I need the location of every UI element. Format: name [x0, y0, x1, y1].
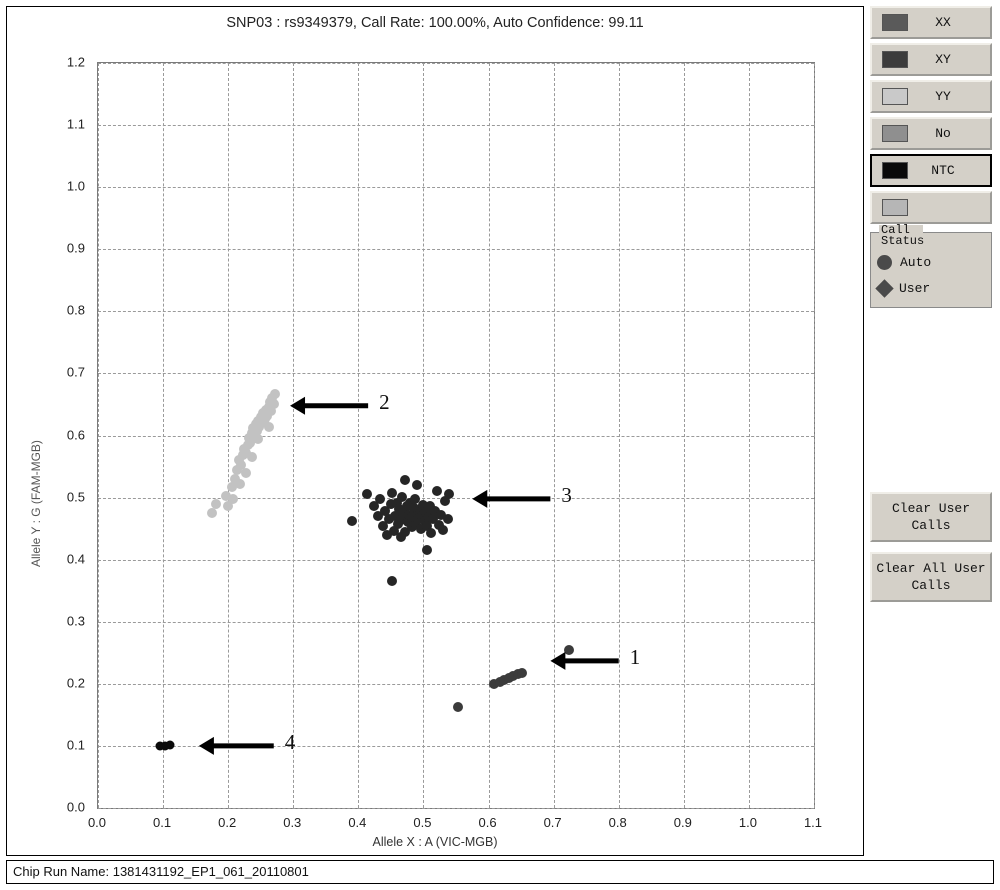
x-tick-label: 1.0: [738, 815, 757, 830]
diamond-icon: [875, 279, 894, 298]
color-swatch-icon: [882, 162, 908, 179]
y-tick-label: 0.7: [66, 364, 85, 380]
color-swatch-icon: [882, 14, 908, 31]
scatter-plot[interactable]: [97, 62, 815, 809]
call-status-auto-label: Auto: [900, 255, 932, 270]
legend-button-yy[interactable]: YY: [870, 80, 992, 113]
gridline-horizontal: [98, 808, 814, 809]
y-tick-label: 0.4: [66, 551, 85, 567]
legend-button-ntc[interactable]: NTC: [870, 154, 992, 187]
call-status-title: Call Status: [879, 223, 925, 248]
x-tick-label: 0.5: [413, 815, 432, 830]
color-swatch-icon: [882, 88, 908, 105]
x-tick-label: 0.3: [283, 815, 302, 830]
x-tick-label: 0.9: [673, 815, 692, 830]
y-tick-label: 1.2: [66, 54, 85, 70]
clear-user-calls-button[interactable]: Clear User Calls: [870, 492, 992, 542]
chip-run-name-bar: Chip Run Name: 1381431192_EP1_061_201108…: [6, 860, 994, 884]
y-tick-label: 0.6: [66, 427, 85, 442]
y-tick-label: 1.0: [66, 178, 85, 194]
legend-button-label: XX: [935, 15, 951, 30]
sidebar: XX XY YY No NTC Call Status Auto User Clear …: [870, 6, 994, 856]
clear-all-user-calls-button[interactable]: Clear All User Calls: [870, 552, 992, 602]
legend-button-blank[interactable]: [870, 191, 992, 224]
y-tick-label: 0.9: [66, 240, 85, 256]
gridline-vertical: [814, 63, 815, 808]
legend-button-label: No: [935, 126, 951, 141]
legend-button-label: XY: [935, 52, 951, 67]
annotation-arrows: [198, 396, 619, 755]
color-swatch-icon: [882, 51, 908, 68]
call-status-user[interactable]: User: [875, 279, 931, 298]
x-tick-label: 0.8: [608, 815, 627, 830]
x-tick-label: 0.1: [153, 815, 172, 830]
legend-button-label: YY: [935, 89, 951, 104]
x-tick-label: 1.1: [803, 815, 823, 830]
y-axis-title: Allele Y : G (FAM-MGB): [29, 440, 43, 567]
x-tick-label: 0.4: [348, 815, 367, 830]
y-tick-label: 0.3: [66, 613, 85, 629]
snp-genotyping-app: SNP03 : rs9349379, Call Rate: 100.00%, A…: [0, 0, 1000, 890]
legend-button-label: NTC: [931, 163, 955, 178]
circle-icon: [877, 255, 892, 270]
legend-button-xy[interactable]: XY: [870, 43, 992, 76]
call-status-user-label: User: [899, 281, 931, 296]
annotation-label-3: 3: [561, 482, 572, 507]
call-status-auto[interactable]: Auto: [877, 255, 931, 270]
x-tick-label: 0.6: [478, 815, 497, 830]
x-axis-title: Allele X : A (VIC-MGB): [372, 835, 498, 849]
y-tick-label: 0.5: [66, 489, 85, 505]
color-swatch-icon: [882, 199, 908, 216]
y-tick-label: 1.1: [66, 116, 85, 132]
legend-button-xx[interactable]: XX: [870, 6, 992, 39]
legend-button-no[interactable]: No: [870, 117, 992, 150]
x-tick-label: 0.2: [218, 815, 237, 830]
call-status-group: Call Status Auto User: [870, 224, 992, 308]
y-tick-label: 0.2: [66, 675, 85, 691]
chart-title: SNP03 : rs9349379, Call Rate: 100.00%, A…: [226, 15, 644, 31]
color-swatch-icon: [882, 125, 908, 142]
annotation-label-2: 2: [379, 389, 390, 414]
x-tick-label: 0.0: [87, 815, 107, 830]
x-tick-label: 0.7: [543, 815, 562, 830]
annotation-label-4: 4: [284, 729, 296, 754]
y-tick-label: 0.0: [66, 799, 85, 815]
y-tick-label: 0.1: [66, 737, 85, 753]
y-tick-label: 0.8: [66, 302, 85, 318]
chart-panel: SNP03 : rs9349379, Call Rate: 100.00%, A…: [6, 6, 864, 856]
annotation-label-1: 1: [629, 644, 641, 669]
genotype-legend-buttons: XX XY YY No NTC: [870, 6, 994, 224]
